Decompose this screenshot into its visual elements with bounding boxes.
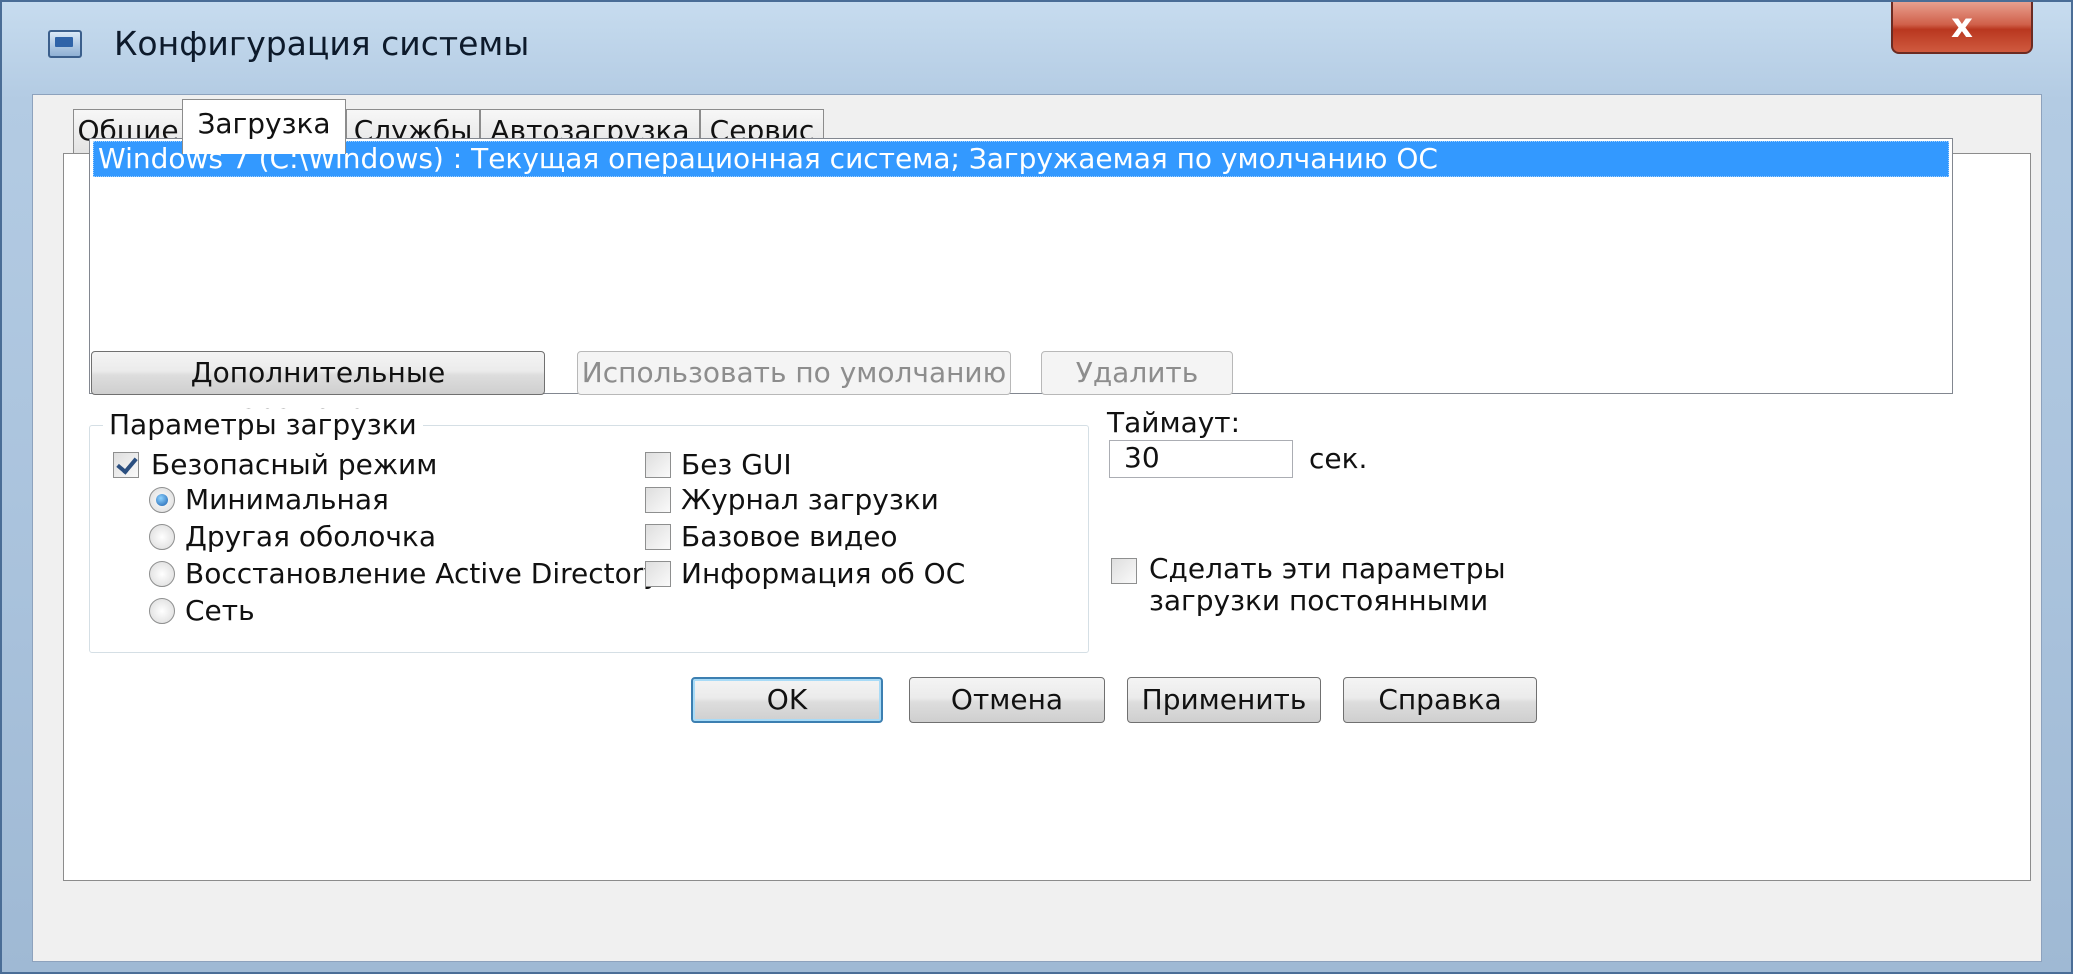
ok-button[interactable]: OK	[691, 677, 883, 723]
boot-log-checkbox[interactable]	[645, 487, 671, 513]
safe-boot-label: Безопасный режим	[151, 448, 438, 481]
tab-boot[interactable]: Загрузка	[182, 99, 346, 154]
make-permanent-checkbox[interactable]	[1111, 558, 1137, 584]
dialog-client-area: Общие Загрузка Службы Автозагрузка Серви…	[32, 94, 2042, 962]
safe-mode-network-label: Сеть	[185, 594, 255, 627]
timeout-unit-label: сек.	[1309, 442, 1368, 475]
safe-mode-network-radio[interactable]	[149, 598, 175, 624]
advanced-options-button[interactable]: Дополнительные параметры...	[91, 351, 545, 431]
apply-button[interactable]: Применить	[1127, 677, 1321, 723]
safe-mode-minimal-label: Минимальная	[185, 483, 389, 516]
boot-options-legend: Параметры загрузки	[103, 409, 423, 441]
close-button[interactable]: x	[1891, 2, 2033, 54]
safe-mode-alternate-shell-radio[interactable]	[149, 524, 175, 550]
timeout-input[interactable]: 30	[1109, 440, 1293, 478]
help-button[interactable]: Справка	[1343, 677, 1537, 723]
boot-log-label: Журнал загрузки	[681, 483, 939, 516]
timeout-label: Таймаут:	[1107, 406, 1241, 439]
no-gui-boot-label: Без GUI	[681, 448, 792, 481]
safe-mode-alternate-shell-label: Другая оболочка	[185, 520, 437, 553]
os-boot-info-checkbox[interactable]	[645, 561, 671, 587]
window-title: Конфигурация системы	[114, 24, 530, 63]
safe-mode-minimal-radio[interactable]	[149, 487, 175, 513]
safe-mode-ad-repair-radio[interactable]	[149, 561, 175, 587]
title-bar[interactable]: Конфигурация системы x	[2, 2, 2071, 94]
safe-boot-checkbox[interactable]	[113, 452, 139, 478]
make-permanent-label-line1: Сделать эти параметры	[1149, 552, 1506, 585]
safe-mode-ad-repair-label: Восстановление Active Directory	[185, 557, 660, 590]
os-boot-info-label: Информация об ОС	[681, 557, 966, 590]
base-video-checkbox[interactable]	[645, 524, 671, 550]
set-as-default-button[interactable]: Использовать по умолчанию	[577, 351, 1011, 395]
make-permanent-label-line2: загрузки постоянными	[1149, 584, 1489, 617]
system-config-icon	[48, 30, 82, 58]
system-config-window: Конфигурация системы x Общие Загрузка Сл…	[0, 0, 2073, 974]
no-gui-boot-checkbox[interactable]	[645, 452, 671, 478]
os-list-item[interactable]: Windows 7 (C:\Windows) : Текущая операци…	[93, 141, 1949, 177]
cancel-button[interactable]: Отмена	[909, 677, 1105, 723]
base-video-label: Базовое видео	[681, 520, 898, 553]
delete-button[interactable]: Удалить	[1041, 351, 1233, 395]
